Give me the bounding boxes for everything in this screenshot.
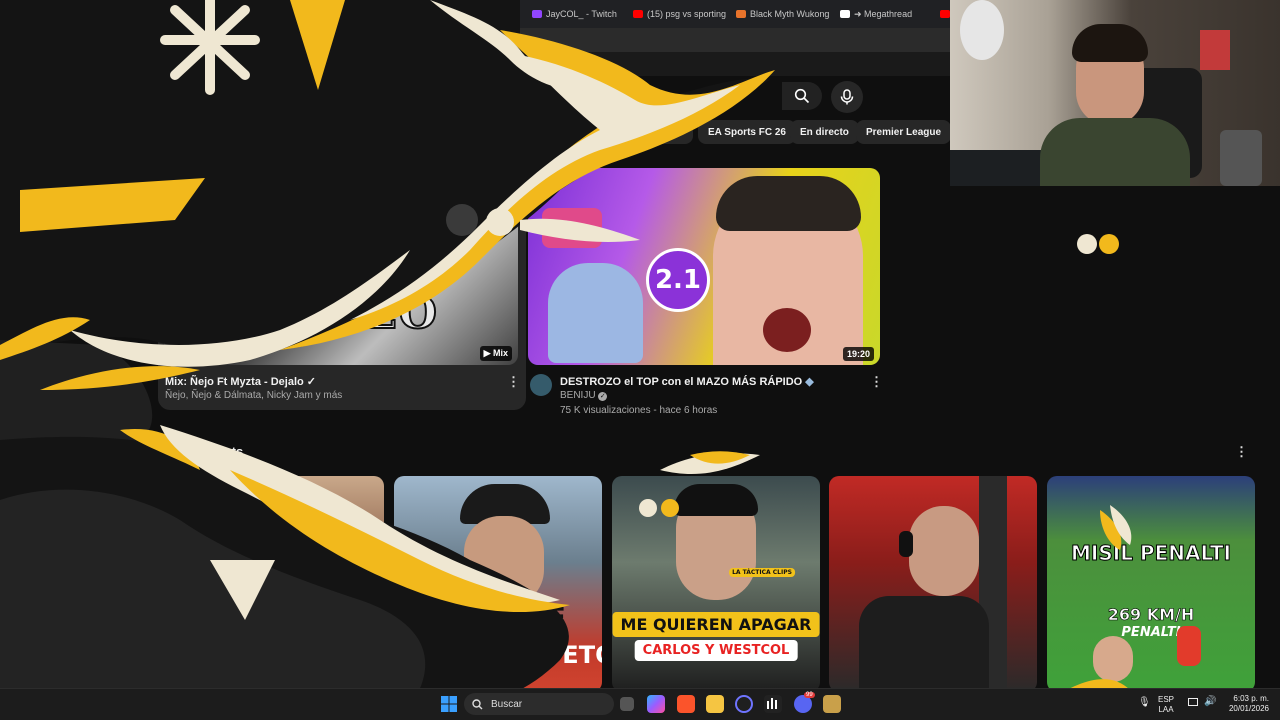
short-caption: EL RESPETO bbox=[452, 641, 602, 669]
copilot-icon[interactable] bbox=[647, 695, 665, 713]
chip-clash-royale[interactable]: sh Royale bbox=[626, 120, 694, 144]
windows-taskbar bbox=[0, 688, 1280, 720]
sidebar-show-more[interactable]: Mostrar más bbox=[48, 413, 104, 424]
input-language[interactable]: ESP LAA bbox=[1158, 695, 1174, 715]
volume-icon[interactable]: 🔊 bbox=[1204, 696, 1216, 707]
short-tag: LA TÁCTICA CLIPS bbox=[729, 568, 795, 577]
thumbnail-face bbox=[909, 506, 979, 596]
webcam-overlay bbox=[950, 0, 1280, 186]
more-options-icon[interactable]: ⋮ bbox=[507, 375, 520, 389]
microphone-icon[interactable]: 🎙 bbox=[1138, 697, 1151, 708]
thumbnail-character bbox=[548, 263, 643, 363]
voice-search-button[interactable] bbox=[831, 81, 863, 113]
search-icon bbox=[794, 88, 810, 104]
video-views: 75 K visualizaciones - hace 6 horas bbox=[560, 405, 718, 416]
browser-tab-bar: JayCOL_ - Twitch (15) psg vs sporting Bl… bbox=[0, 0, 950, 28]
webcam-bin bbox=[1220, 130, 1262, 186]
short-caption: ME QUIEREN APAGAR bbox=[612, 612, 820, 637]
short-caption: CARLOS Y WESTCOL bbox=[634, 640, 798, 661]
short-caption: ME bbox=[522, 603, 566, 633]
display-icon[interactable] bbox=[1188, 698, 1198, 706]
microphone-icon bbox=[840, 89, 854, 105]
site-icon bbox=[840, 10, 850, 18]
shorts-section-title: Shorts bbox=[202, 444, 244, 459]
video-thumbnail-beniju[interactable]: 2.1 19:20 bbox=[528, 168, 880, 365]
notification-badge: 99 bbox=[804, 692, 815, 698]
youtube-header bbox=[0, 52, 950, 76]
channel-avatar[interactable] bbox=[17, 385, 31, 399]
channel-name[interactable]: BENIJU ✓ bbox=[560, 390, 608, 401]
tab-youtube-partial[interactable] bbox=[940, 5, 950, 23]
webcam-shirt bbox=[1040, 118, 1190, 186]
headphones-icon bbox=[899, 531, 913, 557]
chip-ea-sports-fc[interactable]: EA Sports FC 26 bbox=[698, 120, 796, 144]
more-options-icon[interactable]: ⋮ bbox=[870, 375, 883, 389]
chevron-down-icon[interactable]: ⌄ bbox=[18, 410, 27, 423]
twitch-icon bbox=[532, 10, 542, 18]
short-card[interactable] bbox=[829, 476, 1037, 692]
thumbnail-character bbox=[542, 208, 602, 248]
short-card[interactable]: MISIL PENALTI 269 KM/H PENALTI bbox=[1047, 476, 1255, 692]
youtube-icon bbox=[940, 10, 950, 18]
brave-browser-icon[interactable] bbox=[677, 695, 695, 713]
task-view-icon[interactable] bbox=[620, 697, 634, 711]
clock[interactable]: 6:03 p. m. 20/01/2026 bbox=[1225, 694, 1269, 714]
verified-icon: ✓ bbox=[598, 392, 608, 401]
mix-badge: ▶ Mix bbox=[479, 346, 512, 361]
channel-avatar[interactable] bbox=[530, 374, 552, 396]
version-badge: 2.1 bbox=[646, 248, 710, 312]
youtube-icon bbox=[633, 10, 643, 18]
short-card[interactable] bbox=[176, 476, 384, 692]
video-title[interactable]: Mix: Ñejo Ft Myzta - Dejalo ✓ bbox=[165, 375, 316, 388]
tab-label: JayCOL_ - Twitch bbox=[546, 9, 617, 19]
app-icon[interactable] bbox=[735, 695, 753, 713]
thumbnail-subtitle: MYZTA EL PROPIO AUTENTICO bbox=[212, 278, 374, 288]
app-icon[interactable] bbox=[823, 695, 841, 713]
thumbnail-title: DEJALO bbox=[225, 287, 440, 340]
tab-youtube-psg[interactable]: (15) psg vs sporting bbox=[633, 5, 726, 23]
taskbar-search-label: Buscar bbox=[491, 698, 523, 710]
thumbnail-hair bbox=[674, 484, 758, 516]
tab-twitch[interactable]: JayCOL_ - Twitch bbox=[532, 5, 617, 23]
video-channels[interactable]: Ñejo, Ñejo & Dálmata, Nicky Jam y más bbox=[165, 390, 342, 401]
sidebar-item-soki[interactable]: Soki bbox=[48, 386, 67, 397]
tab-label: (15) psg vs sporting bbox=[647, 9, 727, 19]
tab-label: Black Myth Wukong bbox=[750, 9, 830, 19]
thumbnail-face bbox=[1093, 636, 1133, 682]
thumbnail-mouth bbox=[763, 308, 811, 352]
short-card[interactable]: LA TÁCTICA CLIPS ME QUIEREN APAGAR CARLO… bbox=[612, 476, 820, 692]
webcam-lamp bbox=[960, 0, 1004, 60]
tab-megathread[interactable]: ➜ Megathread bbox=[840, 5, 912, 23]
tab-label: ➜ Megathread bbox=[854, 8, 913, 19]
shorts-more-options-icon[interactable]: ⋮ bbox=[1235, 445, 1248, 459]
webcam-hair bbox=[1072, 24, 1148, 62]
thumbnail-body bbox=[859, 596, 989, 692]
chip-premier-league[interactable]: Premier League bbox=[856, 120, 952, 144]
site-icon bbox=[736, 10, 746, 18]
windows-start-icon[interactable] bbox=[440, 695, 458, 713]
webcam-poster bbox=[1200, 30, 1230, 70]
video-thumbnail-mix[interactable]: MYZTA EL PROPIO AUTENTICO DEJALO ▶ Mix bbox=[164, 168, 518, 365]
search-icon bbox=[472, 698, 483, 709]
short-card[interactable]: ME EL RESPETO bbox=[394, 476, 602, 692]
thumbnail-face bbox=[464, 516, 544, 606]
tab-black-myth[interactable]: Black Myth Wukong bbox=[736, 5, 829, 23]
video-title[interactable]: DESTROZO el TOP con el MAZO MÁS RÁPIDO ◆ bbox=[560, 375, 814, 388]
search-button[interactable] bbox=[782, 82, 822, 110]
highlight-circle bbox=[276, 480, 316, 510]
short-caption: MISIL PENALTI bbox=[1071, 541, 1232, 566]
address-bar[interactable] bbox=[0, 28, 950, 72]
audio-app-icon[interactable] bbox=[764, 695, 782, 713]
thumbnail-player bbox=[1177, 626, 1201, 666]
video-duration: 19:20 bbox=[842, 347, 874, 361]
thumbnail-hair bbox=[716, 176, 861, 231]
chip-en-directo[interactable]: En directo bbox=[790, 120, 859, 144]
file-explorer-icon[interactable] bbox=[706, 695, 724, 713]
taskbar-search[interactable]: Buscar bbox=[464, 693, 614, 715]
